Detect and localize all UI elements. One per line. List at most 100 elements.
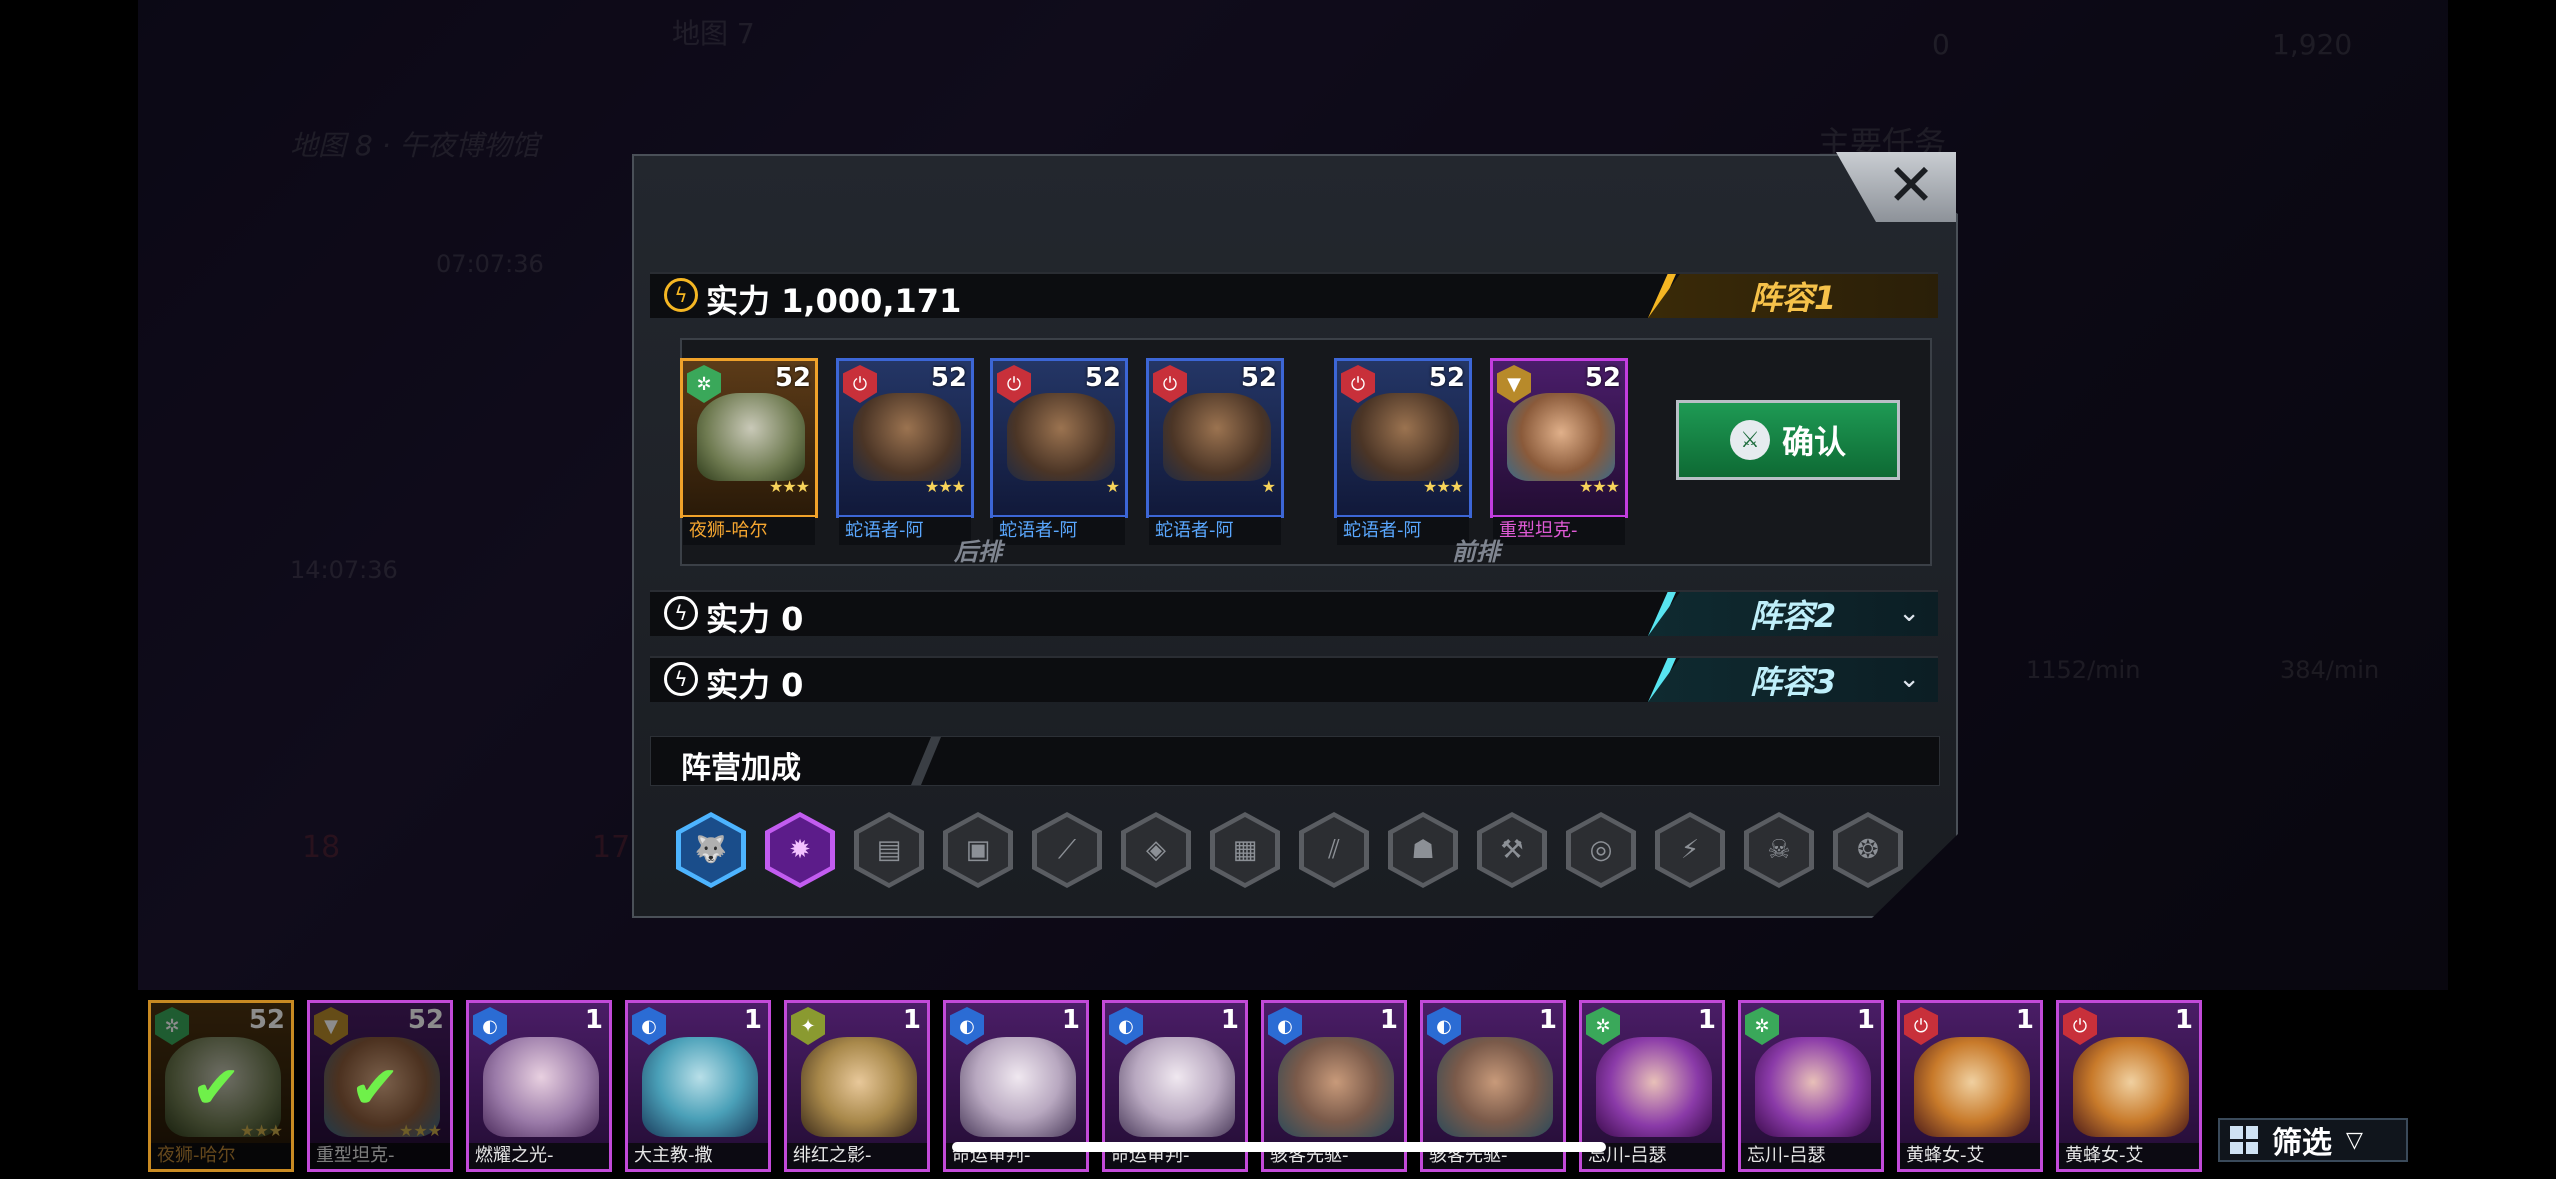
faction-icon: ◐ bbox=[473, 1007, 507, 1045]
team-tag: 阵容1 bbox=[1648, 274, 1938, 318]
power-icon: ϟ bbox=[664, 596, 698, 630]
faction-icon: ⏻ bbox=[1904, 1007, 1938, 1045]
faction-icon: ◐ bbox=[1268, 1007, 1302, 1045]
currency-value: 1,920 bbox=[2272, 28, 2353, 61]
chevron-down-icon: ⌄ bbox=[1898, 664, 1920, 694]
faction-icon: ◐ bbox=[1109, 1007, 1143, 1045]
confirm-button[interactable]: ⚔ 确认 bbox=[1676, 400, 1900, 480]
hero-name: 蛇语者-阿 bbox=[1337, 517, 1469, 545]
map-tab: 地图 7 bbox=[672, 17, 755, 50]
hero-name: 大主教-撒 bbox=[628, 1143, 768, 1169]
power-icon: ϟ bbox=[664, 278, 698, 312]
roster-hero-card[interactable]: ✲ 52 ✔ ★★★ 夜狮-哈尔 bbox=[148, 1000, 294, 1172]
lineup-slot[interactable]: ▼ 52 ★★★ 重型坦克- bbox=[1490, 358, 1628, 545]
lineup-slot[interactable]: ✲ 52 ★★★ 夜狮-哈尔 bbox=[680, 358, 818, 545]
roster-hero-card[interactable]: ✦ 1 绯红之影- bbox=[784, 1000, 930, 1172]
hero-name: 夜狮-哈尔 bbox=[683, 517, 815, 545]
hero-portrait bbox=[1914, 1037, 2030, 1137]
lineup-slot[interactable]: ⏻ 52 ★★★ 蛇语者-阿 bbox=[836, 358, 974, 545]
lineup-slot[interactable]: ⏻ 52 ★★★ 蛇语者-阿 bbox=[1334, 358, 1472, 545]
team-tag: 阵容3 bbox=[1648, 658, 1938, 702]
roster-hero-card[interactable]: ◐ 1 大主教-撒 bbox=[625, 1000, 771, 1172]
hero-portrait bbox=[1507, 393, 1615, 481]
front-row-label: 前排 bbox=[1452, 538, 1500, 566]
hero-portrait bbox=[1278, 1037, 1394, 1137]
roster-hero-card[interactable]: ◐ 1 燃耀之光- bbox=[466, 1000, 612, 1172]
team-1-header[interactable]: ϟ 实力 1,000,171 阵容1 bbox=[650, 272, 1938, 320]
map-title: 地图 8 · 午夜博物馆 bbox=[290, 129, 540, 162]
home-indicator[interactable] bbox=[952, 1142, 1606, 1152]
hero-portrait bbox=[697, 393, 805, 481]
hero-name: 蛇语者-阿 bbox=[993, 517, 1125, 545]
team-tag: 阵容2 bbox=[1648, 592, 1938, 636]
faction-icon: ⏻ bbox=[997, 365, 1031, 403]
faction-bonus-bar: 阵营加成 bbox=[650, 736, 1940, 786]
chevron-down-icon: ⌄ bbox=[1898, 598, 1920, 628]
hero-name: 重型坦克- bbox=[310, 1143, 450, 1169]
faction-icon: ✲ bbox=[1745, 1007, 1779, 1045]
roster-hero-card[interactable]: ⏻ 1 黄蜂女-艾 bbox=[2056, 1000, 2202, 1172]
hero-name: 绯红之影- bbox=[787, 1143, 927, 1169]
lineup-slot[interactable]: ⏻ 52 ★ 蛇语者-阿 bbox=[990, 358, 1128, 545]
hero-portrait bbox=[1351, 393, 1459, 481]
faction-icon: ✦ bbox=[791, 1007, 825, 1045]
close-icon: ✕ bbox=[1886, 151, 1936, 219]
sword-icon: ⚔ bbox=[1729, 420, 1770, 460]
hero-portrait bbox=[853, 393, 961, 481]
hero-portrait bbox=[2073, 1037, 2189, 1137]
hero-portrait bbox=[960, 1037, 1076, 1137]
hero-portrait bbox=[801, 1037, 917, 1137]
faction-icon: ⏻ bbox=[843, 365, 877, 403]
hero-name: 蛇语者-阿 bbox=[1149, 517, 1281, 545]
team-power: 实力 1,000,171 bbox=[706, 282, 962, 320]
map-node: 17 bbox=[592, 830, 631, 865]
triangle-down-icon: ▽ bbox=[2346, 1127, 2363, 1153]
rate-value: 384/min bbox=[2280, 656, 2380, 684]
faction-icon: ⏻ bbox=[1341, 365, 1375, 403]
team-power: 实力 0 bbox=[706, 600, 804, 638]
hero-portrait bbox=[1755, 1037, 1871, 1137]
hero-portrait bbox=[1119, 1037, 1235, 1137]
roster-hero-card[interactable]: ✲ 1 忘川-吕瑟 bbox=[1738, 1000, 1884, 1172]
team-2-header[interactable]: ϟ 实力 0 阵容2 ⌄ bbox=[650, 590, 1938, 638]
checkmark-icon: ✔ bbox=[350, 1053, 401, 1123]
hero-portrait bbox=[1596, 1037, 1712, 1137]
hero-portrait bbox=[1163, 393, 1271, 481]
team-3-header[interactable]: ϟ 实力 0 阵容3 ⌄ bbox=[650, 656, 1938, 704]
faction-icon: ✲ bbox=[1586, 1007, 1620, 1045]
hero-name: 忘川-吕瑟 bbox=[1741, 1143, 1881, 1169]
roster-hero-card[interactable]: ⏻ 1 黄蜂女-艾 bbox=[1897, 1000, 2043, 1172]
hero-name: 夜狮-哈尔 bbox=[151, 1143, 291, 1169]
hero-name: 燃耀之光- bbox=[469, 1143, 609, 1169]
hero-name: 黄蜂女-艾 bbox=[2059, 1143, 2199, 1169]
back-row-label: 后排 bbox=[954, 538, 1002, 566]
hero-name: 黄蜂女-艾 bbox=[1900, 1143, 2040, 1169]
checkmark-icon: ✔ bbox=[191, 1053, 242, 1123]
map-node: 18 bbox=[302, 830, 341, 865]
faction-icon: ◐ bbox=[950, 1007, 984, 1045]
faction-icon: ▼ bbox=[1497, 365, 1531, 403]
hero-portrait bbox=[1437, 1037, 1553, 1137]
hero-portrait bbox=[483, 1037, 599, 1137]
roster-hero-card[interactable]: ▼ 52 ✔ ★★★ 重型坦克- bbox=[307, 1000, 453, 1172]
faction-icon: ✲ bbox=[687, 365, 721, 403]
lineup-slot[interactable]: ⏻ 52 ★ 蛇语者-阿 bbox=[1146, 358, 1284, 545]
faction-icon: ▼ bbox=[314, 1007, 348, 1045]
filter-button[interactable]: 筛选 ▽ bbox=[2218, 1118, 2408, 1162]
team-power: 实力 0 bbox=[706, 666, 804, 704]
hero-portrait bbox=[1007, 393, 1115, 481]
hero-portrait bbox=[642, 1037, 758, 1137]
faction-icon: ✲ bbox=[155, 1007, 189, 1045]
timer: 14:07:36 bbox=[290, 556, 398, 584]
grid-icon bbox=[2230, 1126, 2258, 1154]
currency-value: 0 bbox=[1932, 28, 1950, 61]
rate-value: 1152/min bbox=[2026, 656, 2141, 684]
faction-icon: ◐ bbox=[1427, 1007, 1461, 1045]
faction-icon: ⏻ bbox=[1153, 365, 1187, 403]
hero-name: 重型坦克- bbox=[1493, 517, 1625, 545]
timer: 07:07:36 bbox=[436, 250, 544, 278]
faction-icon: ⏻ bbox=[2063, 1007, 2097, 1045]
faction-icon: ◐ bbox=[632, 1007, 666, 1045]
power-icon: ϟ bbox=[664, 662, 698, 696]
hero-name: 蛇语者-阿 bbox=[839, 517, 971, 545]
